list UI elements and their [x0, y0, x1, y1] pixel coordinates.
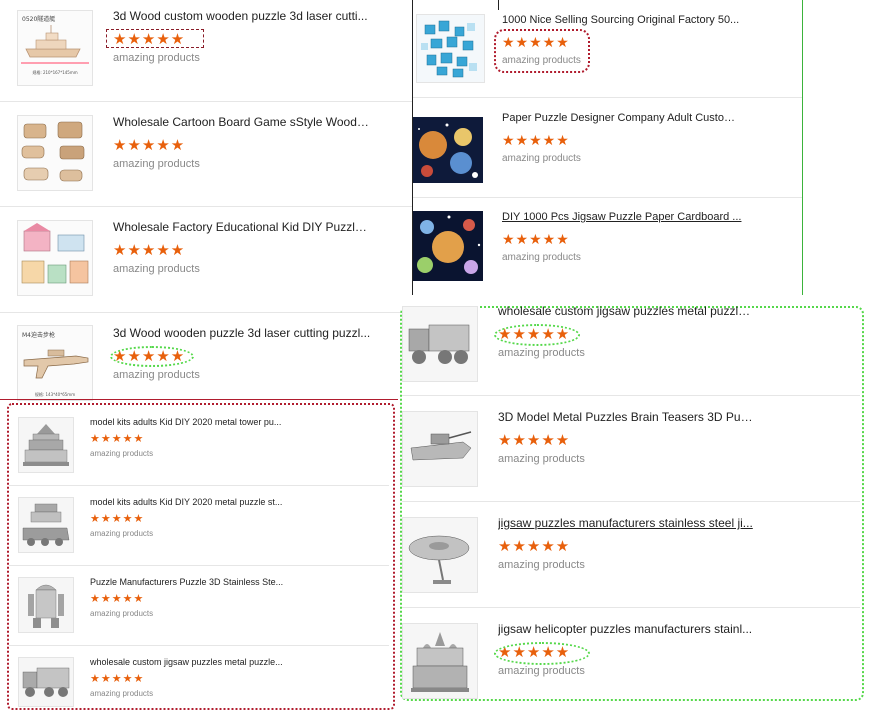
product-subtitle: amazing products	[90, 529, 154, 538]
rating-stars: ★★★★★	[498, 538, 571, 555]
list-item[interactable]: model kits adults Kid DIY 2020 metal puz…	[9, 485, 389, 566]
highlight-oval-green	[494, 324, 580, 346]
product-subtitle: amazing products	[502, 153, 581, 164]
rating-stars: ★★★★★	[90, 433, 145, 445]
product-thumbnail[interactable]	[402, 411, 478, 487]
product-title-link[interactable]: jigsaw puzzles manufacturers stainless s…	[498, 516, 753, 530]
product-thumbnail[interactable]	[402, 623, 478, 699]
product-thumbnail[interactable]: 规格: 210*167*145mm 0520隧道艇	[17, 10, 93, 86]
rating-stars: ★★★★★	[113, 137, 186, 154]
list-item[interactable]: model kits adults Kid DIY 2020 metal tow…	[9, 405, 389, 486]
list-item[interactable]: wholesale custom jigsaw puzzles metal pu…	[402, 295, 860, 396]
list-item[interactable]: Puzzle Manufacturers Puzzle 3D Stainless…	[9, 565, 389, 646]
product-thumbnail[interactable]	[18, 577, 74, 633]
product-subtitle: amazing products	[113, 158, 200, 170]
product-title[interactable]: 1000 Nice Selling Sourcing Original Fact…	[502, 14, 742, 26]
list-item[interactable]: jigsaw helicopter puzzles manufacturers …	[402, 607, 860, 699]
product-subtitle: amazing products	[113, 263, 200, 275]
list-item[interactable]: jigsaw puzzles manufacturers stainless s…	[402, 501, 860, 608]
list-item[interactable]: 3D Model Metal Puzzles Brain Teasers 3D …	[402, 395, 860, 502]
product-title[interactable]: 3d Wood custom wooden puzzle 3d laser cu…	[113, 9, 373, 23]
product-subtitle: amazing products	[90, 689, 154, 698]
product-title[interactable]: 3D Model Metal Puzzles Brain Teasers 3D …	[498, 410, 753, 424]
list-item[interactable]: Wholesale Factory Educational Kid DIY Pu…	[0, 206, 412, 313]
list-item[interactable]: Wholesale Cartoon Board Game sStyle Wood…	[0, 101, 412, 207]
rating-stars: ★★★★★	[502, 231, 570, 247]
product-subtitle: amazing products	[113, 369, 200, 381]
product-thumbnail[interactable]	[413, 117, 483, 183]
rating-stars: ★★★★★	[90, 673, 145, 685]
product-title[interactable]: jigsaw helicopter puzzles manufacturers …	[498, 622, 753, 636]
product-subtitle: amazing products	[498, 559, 585, 571]
product-thumbnail[interactable]	[17, 115, 93, 191]
product-subtitle: amazing products	[498, 453, 585, 465]
rating-stars: ★★★★★	[90, 593, 145, 605]
panel-divider	[0, 399, 398, 400]
product-title-link[interactable]: DIY 1000 Pcs Jigsaw Puzzle Paper Cardboa…	[502, 211, 742, 223]
product-subtitle: amazing products	[502, 252, 581, 263]
thumbnail-caption: M4迫击步枪	[22, 332, 55, 339]
svg-text:规格: 143*40*65mm: 规格: 143*40*65mm	[35, 391, 75, 397]
product-title[interactable]: Wholesale Cartoon Board Game sStyle Wood…	[113, 115, 373, 129]
product-title[interactable]: model kits adults Kid DIY 2020 metal tow…	[90, 417, 290, 427]
rating-stars: ★★★★★	[502, 132, 570, 148]
product-thumbnail[interactable]	[18, 497, 74, 553]
highlight-rect-red	[106, 29, 204, 48]
highlight-oval-green	[494, 642, 590, 665]
product-title[interactable]: model kits adults Kid DIY 2020 metal puz…	[90, 497, 290, 507]
product-thumbnail[interactable]	[416, 14, 485, 83]
product-thumbnail[interactable]	[18, 657, 74, 707]
rating-stars: ★★★★★	[90, 513, 145, 525]
product-thumbnail[interactable]	[18, 417, 74, 473]
product-thumbnail[interactable]	[402, 517, 478, 593]
list-item[interactable]: 1000 Nice Selling Sourcing Original Fact…	[413, 0, 802, 98]
product-title[interactable]: Wholesale Factory Educational Kid DIY Pu…	[113, 220, 373, 234]
list-item[interactable]: DIY 1000 Pcs Jigsaw Puzzle Paper Cardboa…	[413, 197, 802, 295]
highlight-oval-green	[110, 346, 194, 367]
product-subtitle: amazing products	[90, 609, 154, 618]
panel-c-product-list: model kits adults Kid DIY 2020 metal tow…	[9, 405, 389, 707]
panel-d-product-list: wholesale custom jigsaw puzzles metal pu…	[402, 295, 860, 699]
panel-a-product-list: 规格: 210*167*145mm 0520隧道艇 3d Wood custom…	[0, 0, 412, 401]
product-thumbnail[interactable]	[402, 306, 478, 382]
list-item[interactable]: wholesale custom jigsaw puzzles metal pu…	[9, 645, 389, 707]
product-subtitle: amazing products	[113, 52, 200, 64]
list-item[interactable]: Paper Puzzle Designer Company Adult Cust…	[413, 97, 802, 198]
rating-stars: ★★★★★	[113, 242, 186, 259]
product-subtitle: amazing products	[498, 665, 585, 677]
highlight-box-red	[494, 29, 590, 73]
product-title[interactable]: Puzzle Manufacturers Puzzle 3D Stainless…	[90, 577, 290, 587]
panel-b-product-list: 1000 Nice Selling Sourcing Original Fact…	[413, 0, 802, 295]
list-item[interactable]: 规格: 143*40*65mm M4迫击步枪 3d Wood wooden pu…	[0, 312, 412, 401]
product-thumbnail[interactable]	[413, 211, 483, 281]
product-thumbnail[interactable]: 规格: 143*40*65mm M4迫击步枪	[17, 325, 93, 401]
list-item[interactable]: 规格: 210*167*145mm 0520隧道艇 3d Wood custom…	[0, 0, 412, 102]
panel-divider	[802, 0, 803, 295]
product-title[interactable]: 3d Wood wooden puzzle 3d laser cutting p…	[113, 326, 373, 340]
rating-stars: ★★★★★	[498, 432, 571, 449]
product-title[interactable]: Paper Puzzle Designer Company Adult Cust…	[502, 112, 742, 124]
product-thumbnail[interactable]	[17, 220, 93, 296]
thumbnail-caption: 0520隧道艇	[22, 16, 56, 23]
svg-text:规格: 210*167*145mm: 规格: 210*167*145mm	[32, 69, 77, 75]
product-subtitle: amazing products	[498, 347, 585, 359]
product-title[interactable]: wholesale custom jigsaw puzzles metal pu…	[498, 304, 753, 318]
product-title[interactable]: wholesale custom jigsaw puzzles metal pu…	[90, 657, 290, 667]
product-subtitle: amazing products	[90, 449, 154, 458]
